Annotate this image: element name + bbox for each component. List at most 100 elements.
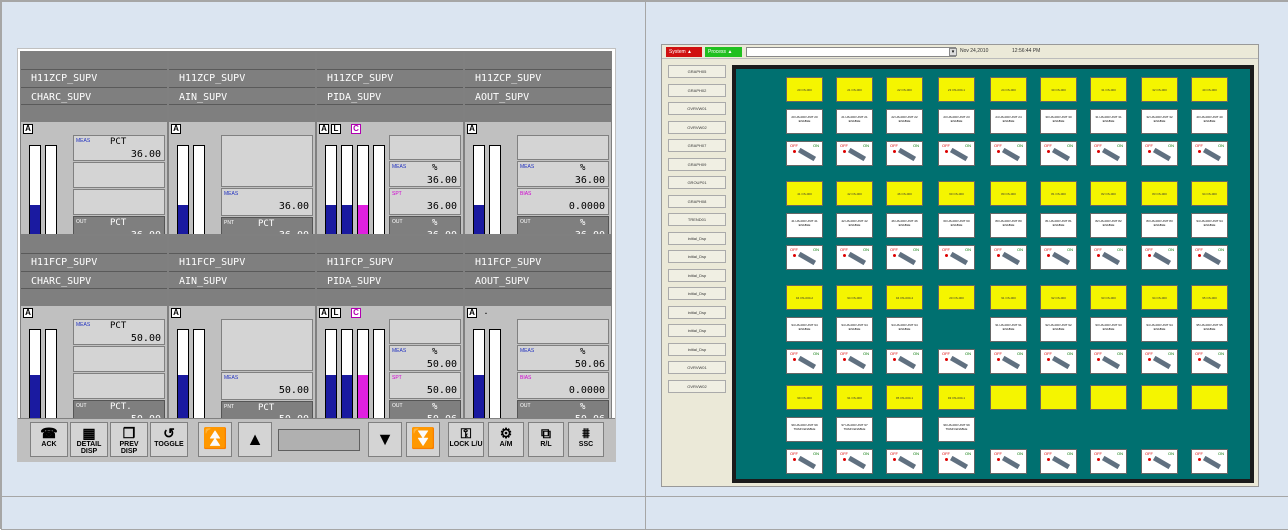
output-box[interactable]: OUT % 36.00 — [389, 216, 461, 234]
process-alarm-button[interactable]: Process ▲ — [705, 47, 742, 57]
nav-button[interactable]: initial_Dsp — [668, 342, 726, 356]
switch-lever-icon — [847, 455, 867, 470]
selector-switch[interactable]: OFF ON — [938, 349, 975, 374]
measurement-value: 50.00 — [278, 385, 309, 396]
selector-switch[interactable]: OFF ON — [886, 245, 923, 270]
selector-switch[interactable]: OFF ON — [990, 245, 1027, 270]
selector-switch[interactable]: OFF ON — [1191, 141, 1228, 166]
nav-button[interactable]: TREND01 — [668, 213, 726, 226]
selector-switch[interactable]: OFF ON — [836, 141, 873, 166]
nav-button[interactable]: GRAPH07 — [668, 139, 726, 152]
dropdown-chevron-icon[interactable]: ▾ — [949, 48, 957, 56]
output-box[interactable]: OUT PCT. 50.00 — [73, 400, 165, 418]
setpoint-box[interactable]: SPT 36.00 — [389, 188, 461, 215]
indicator-dot-icon — [893, 254, 896, 257]
selector-switch[interactable]: OFF ON — [786, 141, 823, 166]
raise-button[interactable]: ▲ — [238, 422, 272, 457]
indicator-dot-icon — [1047, 150, 1050, 153]
nav-button[interactable]: initial_Dsp — [668, 268, 726, 282]
selector-switch[interactable]: OFF ON — [1040, 141, 1077, 166]
selector-switch[interactable]: OFF ON — [786, 245, 823, 270]
selector-switch[interactable]: OFF ON — [1090, 349, 1127, 374]
faceplate[interactable]: H11ZCP_SUPV PIDA_SUPV ALC MEAS % 36.00 S… — [316, 51, 464, 235]
remote-local-button[interactable]: ⧉ R/L — [528, 422, 564, 457]
selector-switch[interactable]: OFF ON — [886, 449, 923, 474]
selector-switch[interactable]: OFF ON — [938, 245, 975, 270]
selector-switch[interactable]: OFF ON — [1141, 245, 1178, 270]
nav-button[interactable]: OVRVW02 — [668, 379, 726, 393]
fast-lower-button[interactable]: ⏬ — [406, 422, 440, 457]
lock-button[interactable]: ⚿ LOCK L/U — [448, 422, 484, 457]
nav-button[interactable]: initial_Dsp — [668, 231, 726, 245]
selector-switch[interactable]: OFF ON — [786, 449, 823, 474]
lower-button[interactable]: ▼ — [368, 422, 402, 457]
point-box[interactable]: PNT PCT 50.00 — [221, 401, 313, 418]
faceplate[interactable]: H11FCP_SUPV PIDA_SUPV ALC MEAS % 50.00 S… — [316, 235, 464, 419]
selector-switch[interactable]: OFF ON — [1040, 449, 1077, 474]
faceplate[interactable]: H11ZCP_SUPV AOUT_SUPV A MEAS % 36.00 BIA… — [464, 51, 612, 235]
detail-display-button[interactable]: ▦ DETAIL DISP — [70, 422, 108, 457]
faceplate[interactable]: H11FCP_SUPV CHARC_SUPV A MEAS PCT 50.00 … — [20, 235, 168, 419]
switch-on-label: ON — [863, 351, 869, 356]
nav-button[interactable]: GRAPH05 — [668, 65, 726, 78]
output-box[interactable]: OUT % 36.00 — [517, 216, 609, 234]
setpoint-box[interactable]: SPT 50.00 — [389, 372, 461, 399]
nav-button[interactable]: GRAPH02 — [668, 83, 726, 97]
fast-raise-button[interactable]: ⏫ — [198, 422, 232, 457]
selector-switch[interactable]: OFF ON — [1191, 245, 1228, 270]
indicator-dot-icon — [793, 358, 796, 361]
ack-button[interactable]: ☎ ACK — [30, 422, 68, 457]
mode-indicators: A — [465, 123, 611, 135]
selector-switch[interactable]: OFF ON — [1141, 141, 1178, 166]
selector-switch[interactable]: OFF ON — [990, 141, 1027, 166]
auto-manual-button[interactable]: ⚙ A/M — [488, 422, 524, 457]
status-lamp: 94 OS-000-4 — [886, 285, 923, 310]
selector-switch[interactable]: OFF ON — [836, 245, 873, 270]
point-box[interactable]: PNT PCT 36.00 — [221, 217, 313, 234]
selector-switch[interactable]: OFF ON — [886, 349, 923, 374]
selector-switch[interactable]: OFF ON — [886, 141, 923, 166]
selector-switch[interactable]: OFF ON — [938, 141, 975, 166]
selector-switch[interactable]: OFF ON — [836, 449, 873, 474]
bias-box[interactable]: BIAS 0.0000 — [517, 188, 609, 215]
selector-switch[interactable]: OFF ON — [1040, 245, 1077, 270]
nav-button[interactable]: initial_Dsp — [668, 287, 726, 300]
selector-switch[interactable]: OFF ON — [1090, 141, 1127, 166]
tag-name: H11FCP_SUPV — [31, 257, 98, 268]
selector-switch[interactable]: OFF ON — [1141, 349, 1178, 374]
prev-display-button[interactable]: ❐ PREV DISP — [110, 422, 148, 457]
nav-button[interactable]: OVRVW02 — [668, 120, 726, 134]
selector-switch[interactable]: OFF ON — [1040, 349, 1077, 374]
selector-switch[interactable]: OFF ON — [1191, 449, 1228, 474]
faceplate[interactable]: H11FCP_SUPV AIN_SUPV A MEAS 50.00 PNT PC… — [168, 235, 316, 419]
selector-switch[interactable]: OFF ON — [786, 349, 823, 374]
selector-switch[interactable]: OFF ON — [1090, 245, 1127, 270]
output-box[interactable]: OUT % 50.06 — [389, 400, 461, 418]
alarm-message-field[interactable] — [746, 47, 956, 57]
nav-button[interactable]: initial_Dsp — [668, 250, 726, 263]
nav-button[interactable]: GROUP01 — [668, 176, 726, 189]
bias-box[interactable]: BIAS 0.0000 — [517, 372, 609, 399]
nav-button[interactable]: GRAPH08 — [668, 194, 726, 208]
nav-button[interactable]: GRAPH09 — [668, 157, 726, 171]
nav-button[interactable]: OVRVW01 — [668, 361, 726, 374]
selector-switch[interactable]: OFF ON — [1191, 349, 1228, 374]
faceplate[interactable]: H11ZCP_SUPV AIN_SUPV A MEAS 36.00 PNT PC… — [168, 51, 316, 235]
nav-button[interactable]: OVRVW01 — [668, 102, 726, 115]
selector-switch[interactable]: OFF ON — [990, 349, 1027, 374]
value-entry-field[interactable] — [278, 429, 360, 451]
output-box[interactable]: OUT PCT 36.00 — [73, 216, 165, 234]
toggle-button[interactable]: ↺ TOGGLE — [150, 422, 188, 457]
output-box[interactable]: OUT % 50.06 — [517, 400, 609, 418]
nav-button[interactable]: initial_Dsp — [668, 324, 726, 337]
selector-switch[interactable]: OFF ON — [836, 349, 873, 374]
nav-button[interactable]: initial_Dsp — [668, 305, 726, 319]
faceplate[interactable]: H11ZCP_SUPV CHARC_SUPV A MEAS PCT 36.00 … — [20, 51, 168, 235]
system-alarm-button[interactable]: System ▲ — [666, 47, 702, 57]
selector-switch[interactable]: OFF ON — [990, 449, 1027, 474]
faceplate[interactable]: H11FCP_SUPV AOUT_SUPV A. MEAS % 50.06 BI… — [464, 235, 612, 419]
selector-switch[interactable]: OFF ON — [1141, 449, 1178, 474]
selector-switch[interactable]: OFF ON — [938, 449, 975, 474]
ssc-button[interactable]: ⩩ SSC — [568, 422, 604, 457]
selector-switch[interactable]: OFF ON — [1090, 449, 1127, 474]
